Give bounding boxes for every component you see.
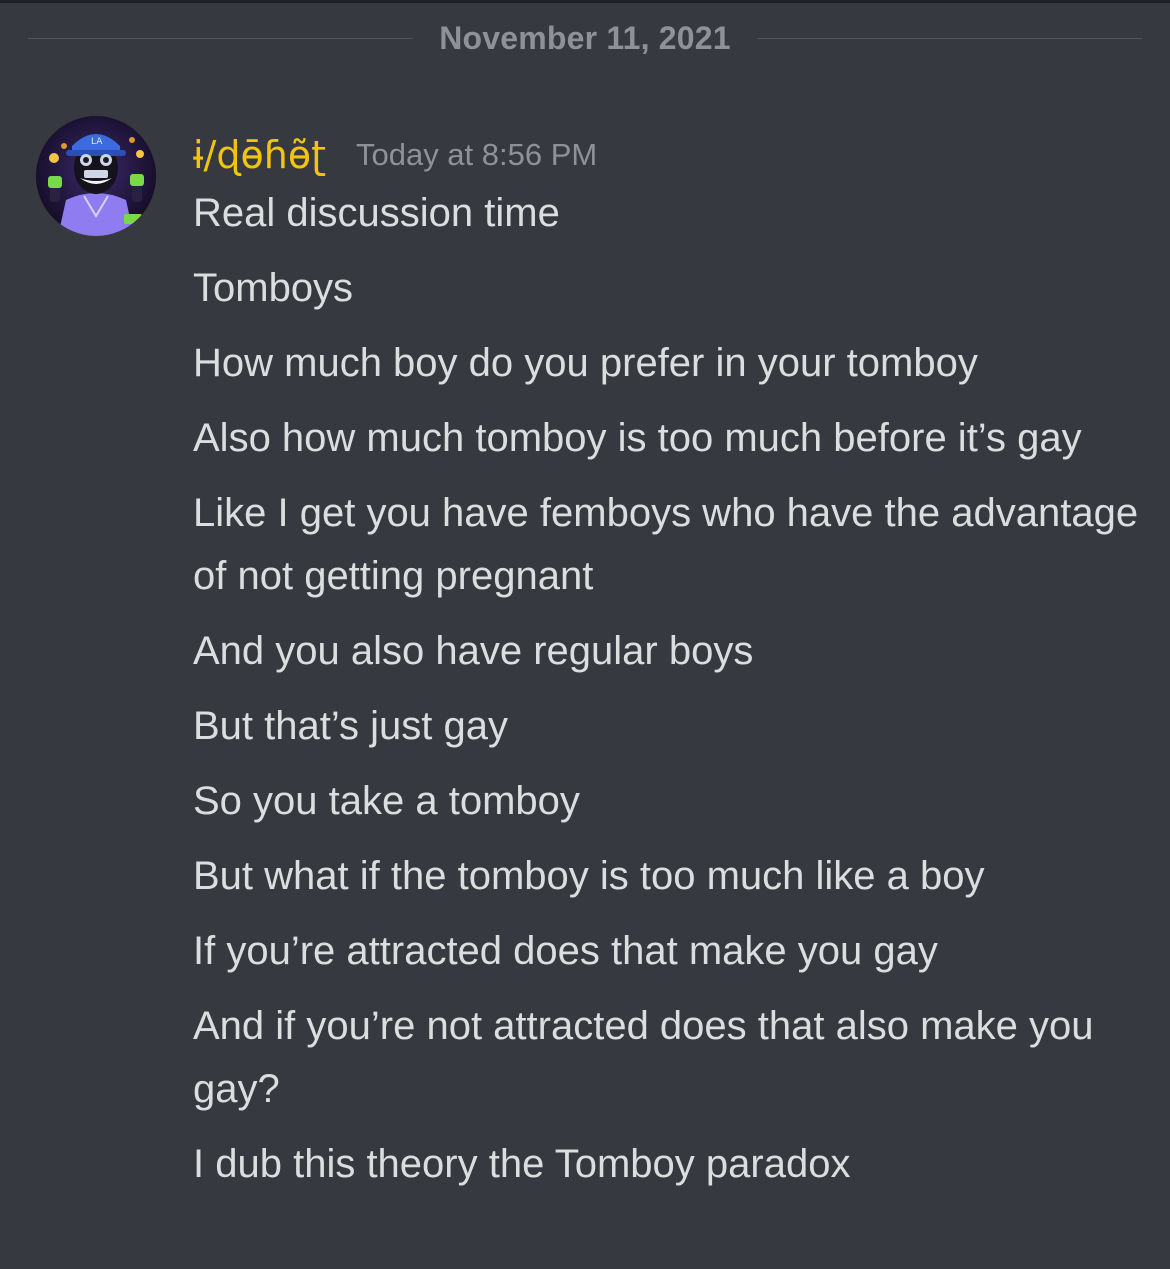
message-timestamp: Today at 8:56 PM [355,137,598,172]
message-header: ɨ/ɖɵ̄ɦɵ̃ʈ Today at 8:56 PM [193,118,597,178]
message-line: But what if the tomboy is too much like … [193,854,985,898]
username[interactable]: ɨ/ɖɵ̄ɦɵ̃ʈ [193,132,326,178]
message-content: Real discussion time Tomboys How much bo… [193,182,1143,1208]
message-line: Real discussion time [193,191,560,235]
date-divider-text: November 11, 2021 [439,19,731,56]
date-divider: November 11, 2021 [28,18,1142,58]
user-avatar-icon[interactable]: LA [36,116,156,236]
message-line: Tomboys [193,266,354,310]
message-line: If you’re attracted does that make you g… [193,929,938,973]
window-top-border [0,0,1170,3]
message-line: How much boy do you prefer in your tombo… [193,341,978,385]
date-divider-line-right [756,37,1142,39]
message-line: And if you’re not attracted does that al… [193,1004,1094,1111]
message-line: And you also have regular boys [193,629,754,673]
message-line: Also how much tomboy is too much before … [193,416,1082,460]
message-line: Like I get you have femboys who have the… [193,491,1139,598]
message-line: I dub this theory the Tomboy paradox [193,1142,851,1186]
svg-text:LA: LA [91,137,103,147]
date-divider-line-left [28,37,414,39]
message-line: So you take a tomboy [193,779,580,823]
avatar-image: LA [36,116,156,236]
message-line: But that’s just gay [193,704,508,748]
